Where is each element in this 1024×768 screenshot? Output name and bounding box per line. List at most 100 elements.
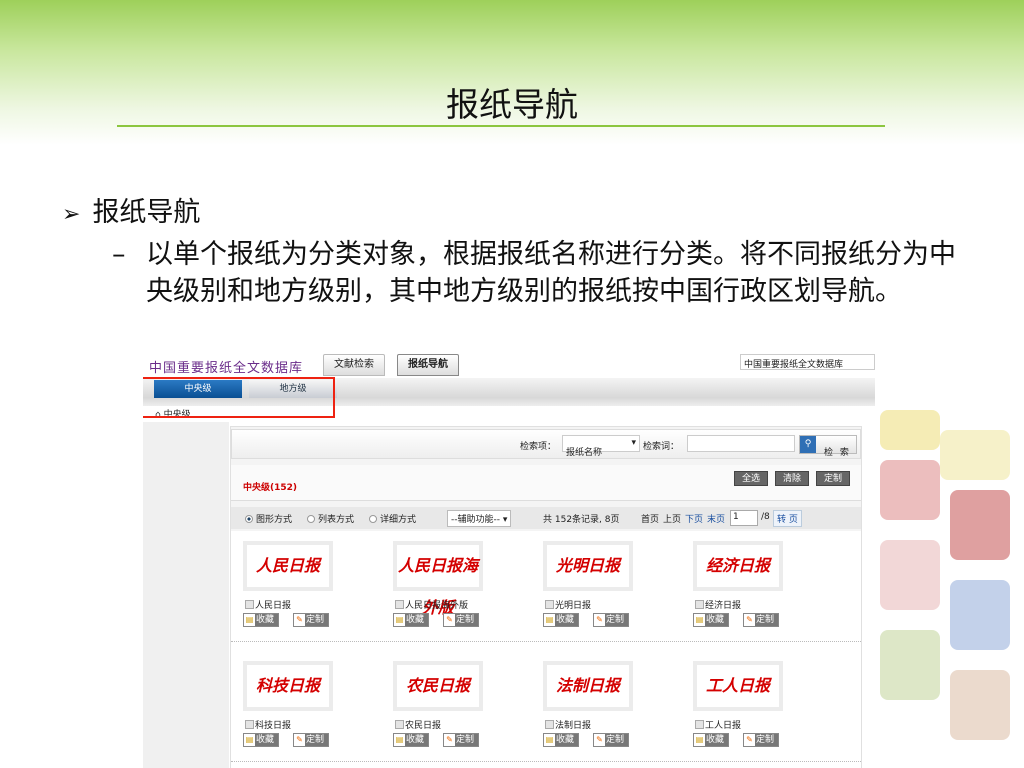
checkbox[interactable] [245,600,254,609]
newspaper-masthead[interactable]: 光明日报 [543,541,633,591]
record-count: 共 152条记录, 8页 [543,515,620,525]
app-screenshot: 中国重要报纸全文数据库 文献检索 报纸导航 中国重要报纸全文数据库 中央级 地方… [143,352,875,768]
app-logo: 中国重要报纸全文数据库 [149,361,304,376]
newspaper-item: 经济日报 经济日报 ▤ 收藏 ✎ 定制 [693,541,833,651]
favorite-button[interactable]: ▤ 收藏 [693,613,729,627]
checkbox[interactable] [695,600,704,609]
clear-button[interactable]: 清除 [775,471,809,486]
title-divider [117,125,885,127]
subscribe-button[interactable]: ✎ 定制 [293,613,329,627]
newspaper-name: 科技日报 [245,718,291,731]
newspaper-masthead[interactable]: 人民日报海外版 [393,541,483,617]
newspaper-label[interactable]: 人民日报海外版 [405,601,468,611]
newspaper-label[interactable]: 法制日报 [555,721,591,731]
bookmark-icon: ▤ [394,614,405,626]
slide-title: 报纸导航 [446,85,578,124]
checkbox[interactable] [695,720,704,729]
newspaper-label[interactable]: 农民日报 [405,721,441,731]
tab-literature-search[interactable]: 文献检索 [323,354,385,376]
field-select[interactable]: 报纸名称 ▾ [562,435,640,458]
bookmark-icon: ▤ [244,734,255,746]
favorite-button[interactable]: ▤ 收藏 [543,613,579,627]
newspaper-item: 工人日报 工人日报 ▤ 收藏 ✎ 定制 [693,661,833,768]
newspaper-item: 科技日报 科技日报 ▤ 收藏 ✎ 定制 [243,661,383,768]
bookmark-icon: ▤ [694,614,705,626]
newspaper-item: 人民日报海外版 人民日报海外版 ▤ 收藏 ✎ 定制 [393,541,533,651]
checkbox[interactable] [545,600,554,609]
view-list[interactable]: 列表方式 [307,512,354,525]
subscribe-button[interactable]: ✎ 定制 [293,733,329,747]
search-button[interactable]: ⚲ 检 索 [799,435,857,458]
favorite-button[interactable]: ▤ 收藏 [543,733,579,747]
tab-newspaper-nav[interactable]: 报纸导航 [397,354,459,376]
newspaper-label[interactable]: 光明日报 [555,601,591,611]
subscribe-button[interactable]: ✎ 定制 [593,733,629,747]
radio-icon [245,515,253,523]
checkbox[interactable] [245,720,254,729]
favorite-button[interactable]: ▤ 收藏 [393,733,429,747]
database-select[interactable]: 中国重要报纸全文数据库 [740,354,875,370]
pencil-icon: ✎ [294,734,305,746]
checkbox[interactable] [545,720,554,729]
page-input[interactable]: 1 [730,510,758,526]
newspaper-masthead[interactable]: 科技日报 [243,661,333,711]
last-page-link[interactable]: 末页 [707,512,725,525]
newspaper-masthead[interactable]: 法制日报 [543,661,633,711]
pencil-icon: ✎ [744,734,755,746]
bullet-text: 报纸导航 [92,197,201,228]
next-page-link[interactable]: 下页 [685,512,703,525]
favorite-button[interactable]: ▤ 收藏 [393,613,429,627]
newspaper-masthead[interactable]: 工人日报 [693,661,783,711]
go-page-button[interactable]: 转 页 [773,510,802,527]
newspaper-name: 工人日报 [695,718,741,731]
newspaper-item: 农民日报 农民日报 ▤ 收藏 ✎ 定制 [393,661,533,768]
dash: – [112,239,126,270]
search-icon: ⚲ [800,436,816,453]
newspaper-name: 农民日报 [395,718,441,731]
newspaper-name: 光明日报 [545,598,591,611]
subscribe-button[interactable]: ✎ 定制 [443,613,479,627]
view-graphic[interactable]: 图形方式 [245,512,292,525]
newspaper-label[interactable]: 经济日报 [705,601,741,611]
newspaper-label[interactable]: 工人日报 [705,721,741,731]
favorite-button[interactable]: ▤ 收藏 [243,733,279,747]
bookmark-icon: ▤ [394,734,405,746]
pencil-icon: ✎ [744,614,755,626]
subscribe-button[interactable]: ✎ 定制 [593,613,629,627]
field-label: 检索项： [520,442,557,452]
newspaper-name: 法制日报 [545,718,591,731]
newspaper-item: 光明日报 光明日报 ▤ 收藏 ✎ 定制 [543,541,683,651]
checkbox[interactable] [395,600,404,609]
prev-page-link[interactable]: 上页 [663,512,681,525]
content-panel: 检索项： 报纸名称 ▾ 检索词： ⚲ 检 索 中央级(152) 全选 清除 定制 图… [230,426,862,768]
chevron-down-icon: ▾ [631,438,636,448]
subscribe-button[interactable]: ✎ 定制 [443,733,479,747]
newspaper-masthead[interactable]: 人民日报 [243,541,333,591]
customize-button[interactable]: 定制 [816,471,850,486]
bookmark-icon: ▤ [694,734,705,746]
row-divider [231,641,861,642]
newspaper-label[interactable]: 科技日报 [255,721,291,731]
favorite-button[interactable]: ▤ 收藏 [243,613,279,627]
term-input[interactable] [687,435,795,452]
pencil-icon: ✎ [444,734,455,746]
left-column [143,422,229,768]
radio-icon [307,515,315,523]
newspaper-name: 人民日报 [245,598,291,611]
sub-bullet-text: 以单个报纸为分类对象，根据报纸名称进行分类。将不同报纸分为中央级别和地方级别，其… [146,239,956,307]
newspaper-masthead[interactable]: 经济日报 [693,541,783,591]
highlight-box [143,377,335,418]
checkbox[interactable] [395,720,404,729]
favorite-button[interactable]: ▤ 收藏 [693,733,729,747]
first-page-link[interactable]: 首页 [641,512,659,525]
view-detail[interactable]: 详细方式 [369,512,416,525]
subscribe-button[interactable]: ✎ 定制 [743,733,779,747]
newspaper-label[interactable]: 人民日报 [255,601,291,611]
newspaper-grid: 人民日报 人民日报 ▤ 收藏 ✎ 定制 人民日报海外版 人民日报海外版 ▤ 收藏 ✎ 定制… [231,531,861,768]
subscribe-button[interactable]: ✎ 定制 [743,613,779,627]
term-label: 检索词： [643,442,680,452]
select-all-button[interactable]: 全选 [734,471,768,486]
aux-select[interactable]: --辅助功能-- ▾ [447,510,512,527]
newspaper-masthead[interactable]: 农民日报 [393,661,483,711]
field-value: 报纸名称 [566,448,603,458]
